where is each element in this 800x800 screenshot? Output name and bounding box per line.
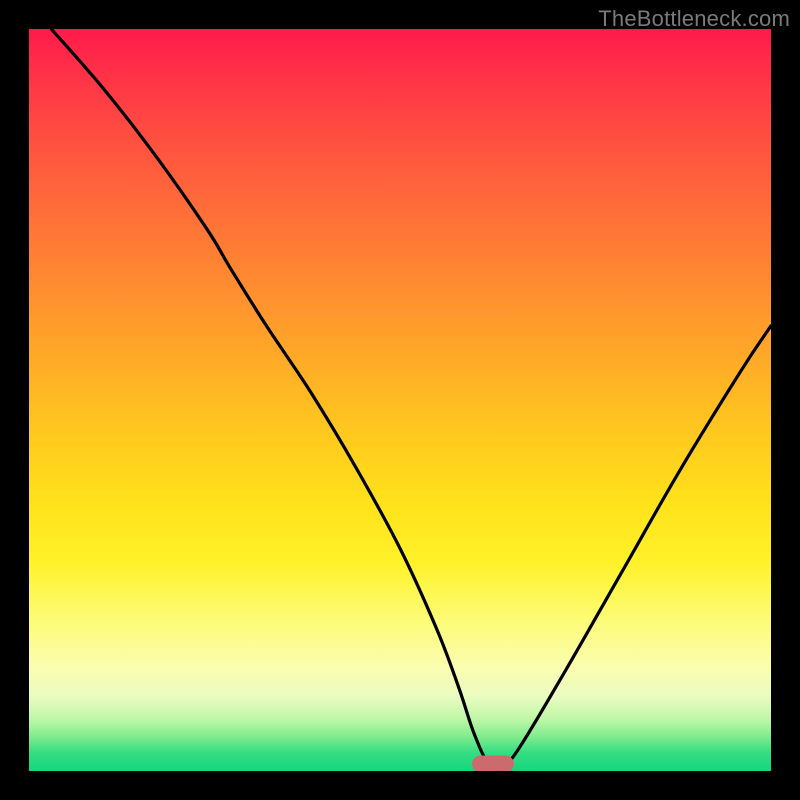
valley-marker <box>472 755 514 771</box>
chart-frame: TheBottleneck.com <box>0 0 800 800</box>
bottleneck-curve <box>29 29 771 771</box>
plot-area <box>29 29 771 771</box>
curve-path <box>51 29 771 767</box>
watermark-text: TheBottleneck.com <box>598 6 790 32</box>
